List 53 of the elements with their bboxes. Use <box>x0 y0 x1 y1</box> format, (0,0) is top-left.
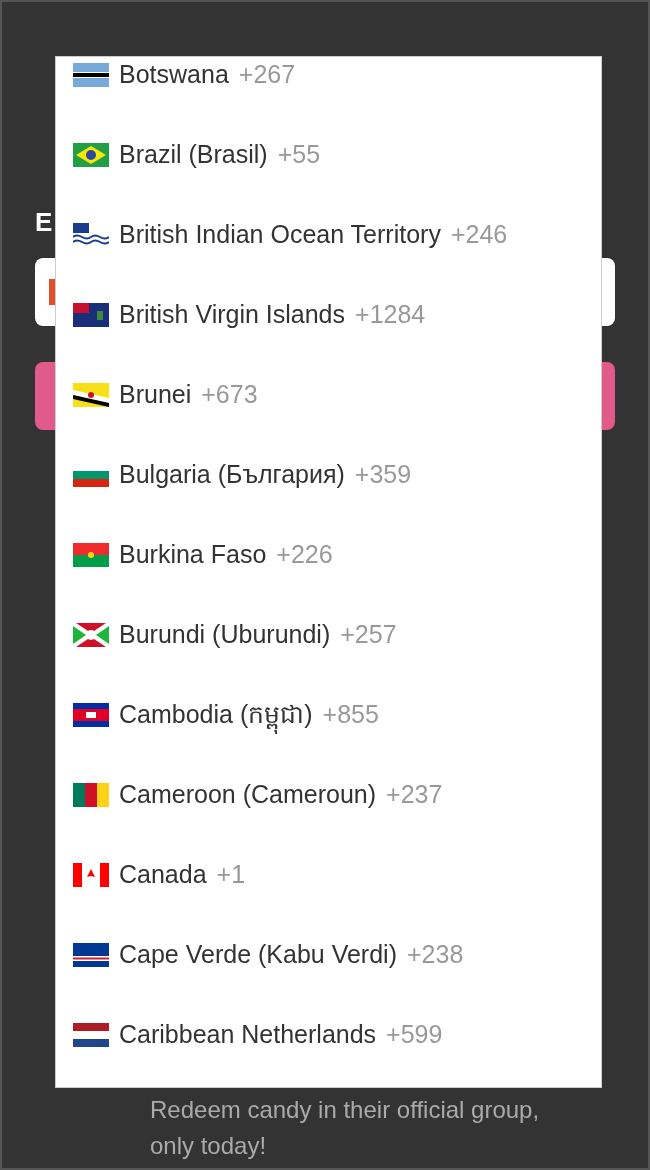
country-name: British Virgin Islands <box>119 299 346 331</box>
flag-icon <box>73 783 109 807</box>
dial-code: +1284 <box>355 299 426 331</box>
country-name: Caribbean Netherlands <box>119 1019 377 1051</box>
country-name: Canada <box>119 859 207 891</box>
dial-code: +246 <box>450 219 508 251</box>
country-option[interactable]: Cameroon (Cameroun) +237 <box>56 755 601 835</box>
dial-code: +226 <box>276 539 333 571</box>
country-name: Botswana <box>119 59 229 91</box>
country-name: Burkina Faso <box>119 539 267 571</box>
dial-code: +267 <box>238 59 296 91</box>
flag-icon <box>73 943 109 967</box>
dial-code: +238 <box>406 939 464 971</box>
country-option[interactable]: Bulgaria (България) +359 <box>56 435 601 515</box>
country-name: Cape Verde (Kabu Verdi) <box>119 939 397 971</box>
dial-code: +599 <box>386 1019 443 1051</box>
flag-icon <box>73 863 109 887</box>
flag-icon <box>73 303 109 327</box>
dial-code: +257 <box>340 619 397 651</box>
country-name: British Indian Ocean Territory <box>119 219 441 251</box>
country-option[interactable]: Brazil (Brasil) +55 <box>56 115 601 195</box>
flag-icon <box>73 623 109 647</box>
country-option[interactable]: Cambodia (កម្ពុជា) +855 <box>56 675 601 755</box>
dial-code: +1 <box>216 859 246 891</box>
country-name: Brazil (Brasil) <box>119 139 268 171</box>
country-name: Cameroon (Cameroun) <box>119 779 377 811</box>
country-option[interactable]: Caribbean Netherlands +599 <box>56 995 601 1075</box>
country-option[interactable]: Burundi (Uburundi) +257 <box>56 595 601 675</box>
dial-code: +855 <box>322 699 379 731</box>
country-name: Brunei <box>119 379 192 411</box>
country-option[interactable]: Cape Verde (Kabu Verdi) +238 <box>56 915 601 995</box>
country-name: Burundi (Uburundi) <box>119 619 331 651</box>
country-option[interactable]: Canada +1 <box>56 835 601 915</box>
country-name: Bulgaria (България) <box>119 459 345 491</box>
country-option[interactable]: British Virgin Islands +1284 <box>56 275 601 355</box>
field-label: E <box>35 206 53 239</box>
dial-code: +55 <box>277 139 321 171</box>
flag-icon <box>73 703 109 727</box>
flag-icon <box>73 1023 109 1047</box>
flag-icon <box>73 383 109 407</box>
flag-icon <box>73 63 109 87</box>
flag-icon <box>73 543 109 567</box>
dial-code: +359 <box>354 459 412 491</box>
dial-code: +673 <box>201 379 258 411</box>
country-option[interactable]: British Indian Ocean Territory +246 <box>56 195 601 275</box>
country-option[interactable]: Botswana +267 <box>56 57 601 115</box>
flag-icon <box>73 143 109 167</box>
country-name: Cambodia (កម្ពុជា) <box>119 696 313 734</box>
dial-code: +237 <box>386 779 443 811</box>
country-option[interactable]: Burkina Faso +226 <box>56 515 601 595</box>
flag-icon <box>73 223 109 247</box>
promo-text: Redeem candy in their official group, only today! <box>150 1095 541 1161</box>
country-option[interactable]: Brunei +673 <box>56 355 601 435</box>
